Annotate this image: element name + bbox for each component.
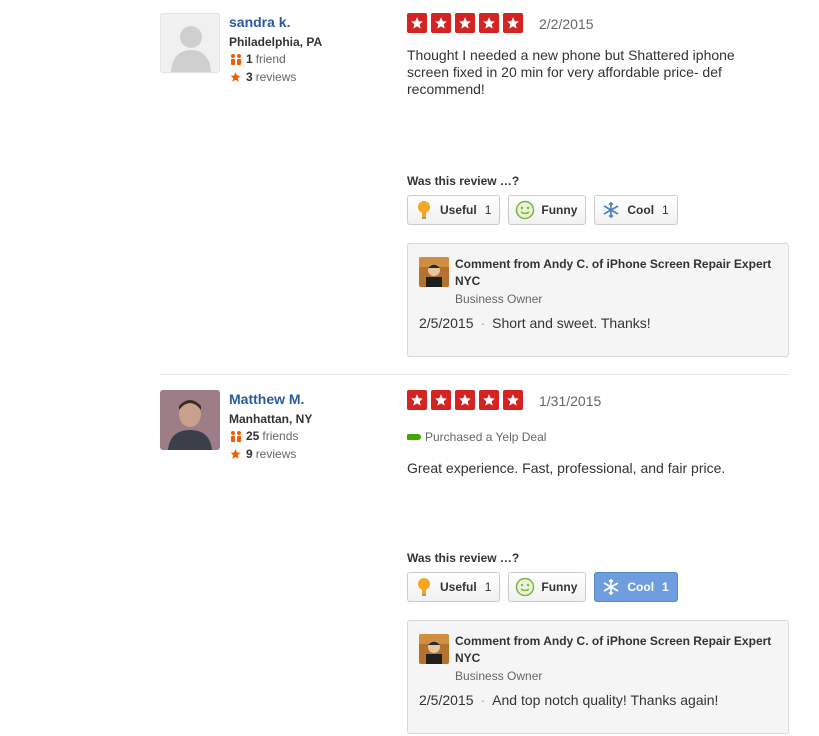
owner-comment: Comment from Andy C. of iPhone Screen Re…	[407, 243, 789, 357]
friend-count-value: 25	[246, 429, 260, 443]
review-count-value: 3	[246, 70, 253, 84]
lightbulb-icon	[414, 577, 434, 597]
friend-count: 25 friends	[229, 429, 298, 443]
cool-button[interactable]: Cool 1	[594, 572, 678, 602]
owner-reply-text: And top notch quality! Thanks again!	[492, 692, 719, 708]
star-icon	[229, 448, 243, 460]
rating-star-icon	[503, 13, 523, 33]
useful-count: 1	[484, 203, 492, 217]
rating-star-icon	[479, 390, 499, 410]
rating-star-icon	[503, 390, 523, 410]
smiley-icon	[515, 577, 535, 597]
useful-label: Useful	[440, 580, 477, 594]
friend-count-label: friends	[262, 429, 299, 443]
review-text: Great experience. Fast, professional, an…	[407, 460, 726, 476]
rating-star-icon	[407, 390, 427, 410]
review-date: 2/2/2015	[539, 16, 594, 32]
review-count: 3 reviews	[229, 70, 296, 84]
review-count-value: 9	[246, 447, 253, 461]
review-count: 9 reviews	[229, 447, 296, 461]
star-icon	[229, 71, 243, 83]
deal-label: Purchased a Yelp Deal	[425, 430, 547, 444]
owner-comment: Comment from Andy C. of iPhone Screen Re…	[407, 620, 789, 734]
owner-reply: 2/5/2015 · Short and sweet. Thanks!	[419, 315, 651, 331]
useful-button[interactable]: Useful 1	[407, 195, 501, 225]
friends-icon	[229, 53, 243, 65]
user-name-link[interactable]: Matthew M.	[229, 391, 304, 407]
vote-buttons: Useful 1 Funny Cool 1	[407, 572, 686, 602]
star-rating	[407, 13, 527, 33]
rating-star-icon	[455, 390, 475, 410]
snowflake-icon	[601, 577, 621, 597]
owner-role: Business Owner	[455, 669, 543, 683]
cool-button[interactable]: Cool 1	[594, 195, 678, 225]
useful-button[interactable]: Useful 1	[407, 572, 501, 602]
funny-button[interactable]: Funny	[508, 572, 587, 602]
owner-reply-date: 2/5/2015	[419, 315, 474, 331]
cool-label: Cool	[627, 580, 655, 594]
user-avatar[interactable]	[160, 13, 220, 73]
owner-comment-title: Comment from Andy C. of iPhone Screen Re…	[455, 634, 772, 665]
owner-avatar[interactable]	[419, 257, 449, 287]
user-location: Philadelphia, PA	[229, 35, 323, 49]
useful-label: Useful	[440, 203, 477, 217]
lightbulb-icon	[414, 200, 434, 220]
useful-count: 1	[484, 580, 492, 594]
review-text: Thought I needed a new phone but Shatter…	[407, 47, 735, 97]
user-photo	[160, 390, 220, 450]
default-user-icon	[171, 26, 211, 72]
review-count-label: reviews	[255, 70, 297, 84]
rating-star-icon	[431, 390, 451, 410]
user-location: Manhattan, NY	[229, 412, 313, 426]
separator-dot: ·	[480, 315, 486, 331]
smiley-icon	[515, 200, 535, 220]
was-helpful-label: Was this review …?	[407, 551, 520, 565]
rating-star-icon	[455, 13, 475, 33]
review-count-label: reviews	[255, 447, 297, 461]
vote-buttons: Useful 1 Funny Cool 1	[407, 195, 686, 225]
deal-tag-icon	[407, 434, 421, 440]
review-divider	[160, 374, 789, 375]
owner-comment-title: Comment from Andy C. of iPhone Screen Re…	[455, 257, 772, 288]
user-avatar[interactable]	[160, 390, 220, 450]
yelp-deal-badge: Purchased a Yelp Deal	[407, 430, 546, 444]
friends-icon	[229, 430, 243, 442]
friend-count-label: friend	[255, 52, 286, 66]
rating-star-icon	[407, 13, 427, 33]
cool-count: 1	[662, 203, 669, 217]
review-date: 1/31/2015	[539, 393, 602, 409]
user-name-link[interactable]: sandra k.	[229, 14, 290, 30]
owner-reply-date: 2/5/2015	[419, 692, 474, 708]
cool-label: Cool	[627, 203, 655, 217]
snowflake-icon	[601, 200, 621, 220]
star-rating	[407, 390, 527, 410]
funny-button[interactable]: Funny	[508, 195, 587, 225]
cool-count: 1	[662, 580, 669, 594]
was-helpful-label: Was this review …?	[407, 174, 520, 188]
separator-dot: ·	[480, 692, 486, 708]
owner-role: Business Owner	[455, 292, 543, 306]
owner-avatar[interactable]	[419, 634, 449, 664]
friend-count-value: 1	[246, 52, 253, 66]
friend-count: 1 friend	[229, 52, 286, 66]
owner-reply: 2/5/2015 · And top notch quality! Thanks…	[419, 692, 718, 708]
owner-reply-text: Short and sweet. Thanks!	[492, 315, 651, 331]
rating-star-icon	[479, 13, 499, 33]
funny-label: Funny	[541, 580, 578, 594]
funny-label: Funny	[541, 203, 578, 217]
rating-star-icon	[431, 13, 451, 33]
